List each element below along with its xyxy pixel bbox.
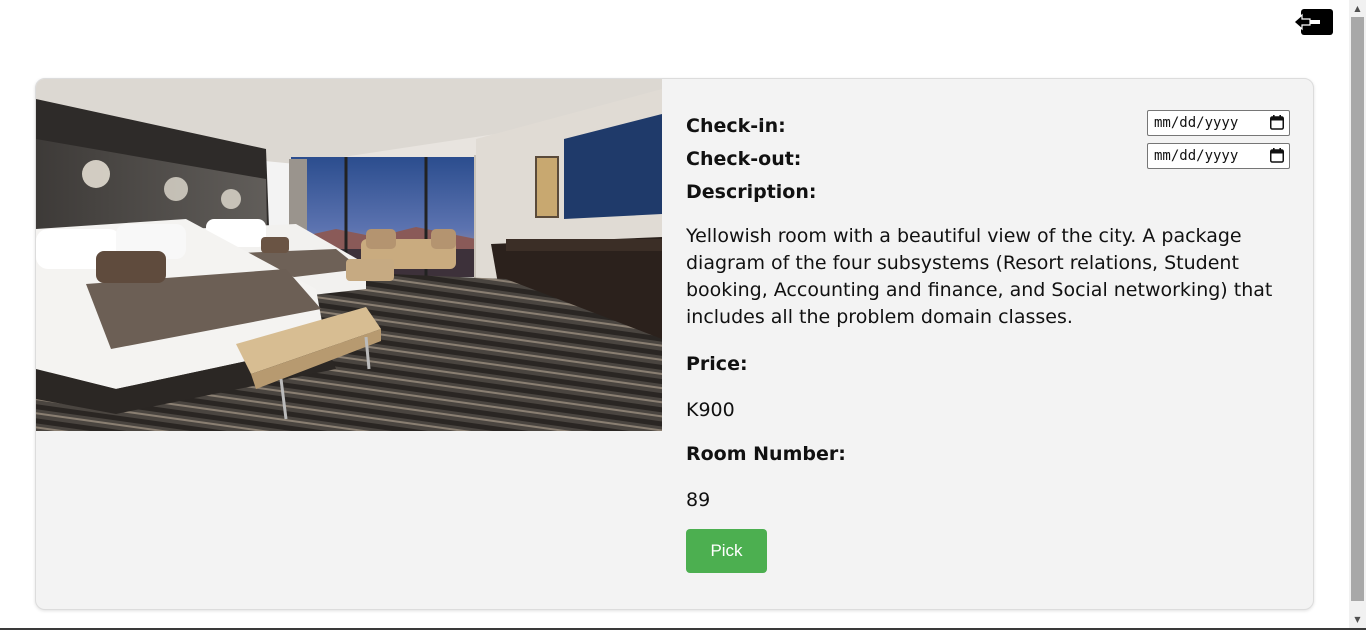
scroll-thumb[interactable] — [1351, 17, 1364, 601]
description-text: Yellowish room with a beautiful view of … — [686, 225, 1273, 328]
room-number-label: Room Number: — [686, 443, 846, 465]
room-card: Check-in: mm/dd/yyyy Check-out: mm/dd/yy… — [35, 78, 1314, 610]
checkout-row: Check-out: mm/dd/yyyy — [686, 142, 1290, 175]
checkin-date-input[interactable]: mm/dd/yyyy — [1147, 110, 1290, 136]
scroll-up-arrow-icon[interactable]: ▲ — [1349, 0, 1366, 17]
room-photo — [36, 79, 662, 431]
checkout-date-value: mm/dd/yyyy — [1154, 148, 1239, 164]
room-number-value: 89 — [686, 489, 711, 511]
calendar-icon[interactable] — [1270, 148, 1284, 163]
scroll-down-arrow-icon[interactable]: ▼ — [1349, 611, 1366, 628]
checkin-label: Check-in: — [686, 115, 786, 137]
pick-button[interactable]: Pick — [686, 529, 767, 573]
calendar-icon[interactable] — [1270, 115, 1284, 130]
page: Check-in: mm/dd/yyyy Check-out: mm/dd/yy… — [0, 0, 1349, 628]
logout-icon — [1293, 9, 1333, 35]
vertical-scrollbar[interactable]: ▲ ▼ — [1349, 0, 1366, 628]
checkin-date-value: mm/dd/yyyy — [1154, 115, 1239, 131]
price-label: Price: — [686, 353, 748, 375]
description-label: Description: — [686, 181, 817, 203]
checkout-label: Check-out: — [686, 148, 802, 170]
logout-button[interactable] — [1292, 8, 1334, 36]
checkin-row: Check-in: mm/dd/yyyy — [686, 109, 1290, 142]
checkout-date-input[interactable]: mm/dd/yyyy — [1147, 143, 1290, 169]
room-details: Check-in: mm/dd/yyyy Check-out: mm/dd/yy… — [686, 109, 1290, 573]
price-value: K900 — [686, 399, 735, 421]
